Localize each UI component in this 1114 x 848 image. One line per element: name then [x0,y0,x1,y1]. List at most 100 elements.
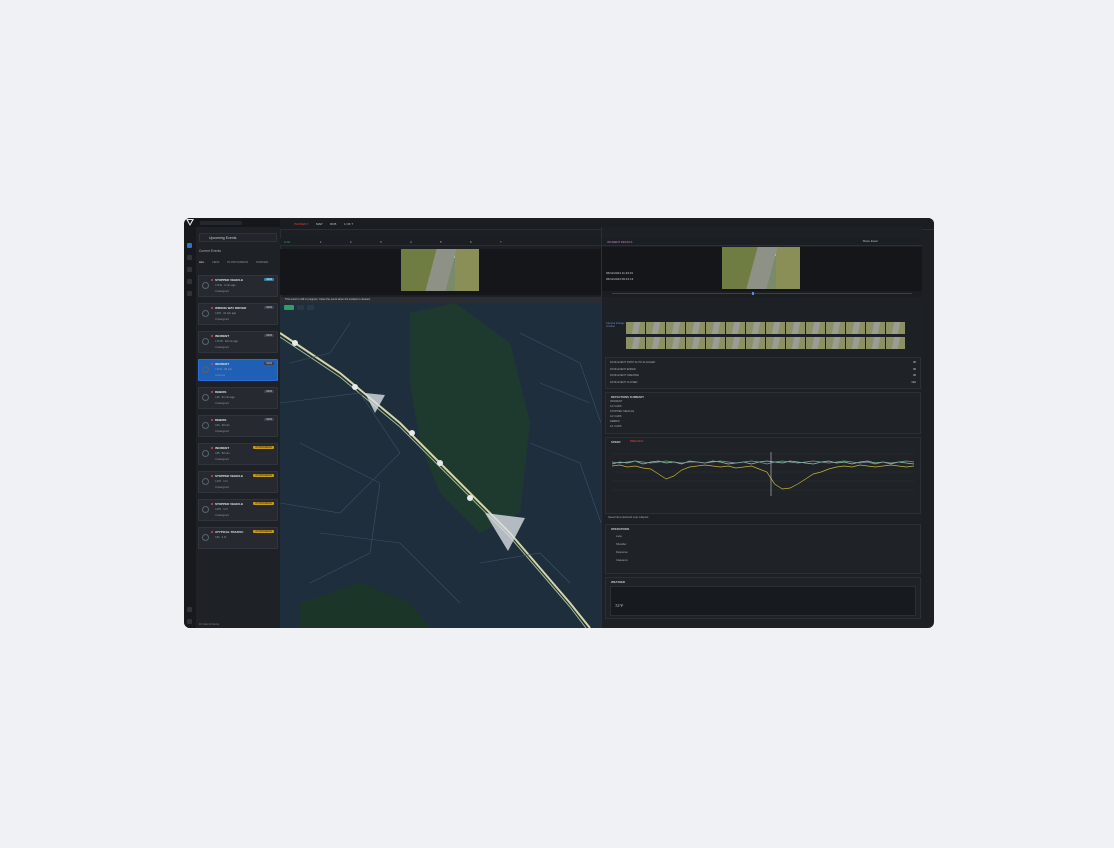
video-thumbnail[interactable] [806,322,825,334]
video-thumbnail[interactable] [786,337,805,349]
event-card[interactable]: WRONG WAY DRIVER I-270 · 12 min ago Unassi… [198,303,278,325]
map-nav-icon[interactable] [187,255,192,260]
video-thumbnail[interactable] [766,322,785,334]
map-view[interactable] [280,303,601,628]
report-nav-icon[interactable] [187,291,192,296]
summary-line: 1/1 CARS [610,425,622,428]
video-thumbnail[interactable] [786,322,805,334]
event-type-icon [202,478,209,485]
video-thumbnail[interactable] [726,322,745,334]
share-event-button[interactable]: Share Event [863,239,878,243]
video-thumbnail[interactable] [666,337,685,349]
sidebar-footer: 1/1 (last 24 hours) [199,623,220,626]
status-dot [211,419,213,421]
camera-tab-4[interactable]: 4 [410,240,412,244]
map-filter-button[interactable] [307,305,314,310]
event-title: INCIDENT [215,362,230,366]
video-thumbnail[interactable] [686,322,705,334]
video-thumbnail[interactable] [626,337,645,349]
playback-timeline[interactable] [602,291,922,297]
help-icon[interactable] [187,607,192,612]
weather-section: WEATHER 72°F [605,577,921,619]
chart-nav-icon[interactable] [187,279,192,284]
video-thumbnail[interactable] [746,322,765,334]
event-meta: I-55 · 52 min [215,452,230,455]
event-card[interactable]: DEBRIS I-44 · 31 min ago Unassigned NEW [198,387,278,409]
event-card[interactable]: STOPPED VEHICLE I-270 · 1 hr Unassigned IN … [198,499,278,521]
operation-row: Response [616,551,628,554]
event-title: STOPPED VEHICLE [215,502,244,506]
event-card[interactable]: STOPPED VEHICLE I-170 · 1 hr Unassigned IN … [198,471,278,493]
video-thumbnail[interactable] [886,322,905,334]
live-button[interactable]: LIVE [284,240,290,244]
camera-tab-1[interactable]: 1 [320,240,322,244]
camera-tab-2[interactable]: 2 [350,240,352,244]
event-assignee: Unassigned [215,318,229,321]
video-thumbnail[interactable] [826,337,845,349]
video-thumbnail[interactable] [666,322,685,334]
camera-nav-icon[interactable] [187,267,192,272]
tab-new[interactable]: NEW [212,260,219,266]
camera-tab-6[interactable]: 6 [470,240,472,244]
video-thumbnail[interactable] [806,337,825,349]
search-input[interactable] [200,221,242,225]
speed-series-line [612,464,914,490]
map-live-toggle[interactable] [284,305,294,310]
camera-tab-5[interactable]: 5 [440,240,442,244]
tab-all[interactable]: ALL [199,260,204,266]
event-card[interactable]: INCIDENT I-70 W · 18 min ago Unassigned NEW [198,331,278,353]
status-dot [211,363,213,365]
video-thumbnail[interactable] [846,322,865,334]
video-thumbnail[interactable] [766,337,785,349]
playback-feed[interactable] [722,247,800,289]
weather-value: 72°F [615,603,624,608]
summary-line: 1/2 CARS [610,405,622,408]
app-window: HELLO PAYNE Upcoming Events Current Even… [184,218,934,628]
profile-icon[interactable] [187,619,192,624]
camera-tab-7[interactable]: 7 [500,240,502,244]
operation-row: Clearance [616,559,628,562]
video-thumbnail[interactable] [626,322,645,334]
events-sidebar: Upcoming Events Current Events ALL NEW I… [196,227,281,628]
event-card[interactable]: DEBRIS I-64 · 40 min Unassigned NEW [198,415,278,437]
events-nav-icon[interactable] [187,243,192,248]
video-thumbnail[interactable] [866,337,885,349]
status-dot [211,531,213,533]
crumb-incident[interactable]: INCIDENT [294,222,308,226]
camera-feed[interactable] [401,249,479,291]
video-thumbnail[interactable] [726,337,745,349]
events-dropdown[interactable]: Upcoming Events [199,233,277,242]
video-thumbnail[interactable] [646,337,665,349]
video-thumbnail[interactable] [706,322,725,334]
operation-row: Shoulder [616,543,627,546]
video-thumbnail[interactable] [846,337,865,349]
video-thumbnail[interactable] [866,322,885,334]
event-card[interactable]: INCIDENT I-55 · 52 min Unassigned IN PROGRE… [198,443,278,465]
map-layer-button[interactable] [297,305,304,310]
speed-note: Speed drop detected near milepost [608,516,649,519]
event-card[interactable]: INCIDENT I-70 E · 25 min Selected NEW [198,359,278,381]
video-thumbnail[interactable] [886,337,905,349]
camera-toolbar: LIVE 1 2 3 4 5 6 7 [280,238,601,246]
video-thumbnail[interactable] [746,337,765,349]
video-thumbnail[interactable] [706,337,725,349]
timeline-knob[interactable] [752,292,754,295]
status-badge: IN PROGRESS [253,446,274,449]
speed-tag: BREAKING [630,439,644,443]
event-card[interactable]: ATYPICAL TRAFFIC I-64 · 2 hr IN PROGRESS [198,527,278,549]
playback-feed-strip: 06/11/2024 11:43:31 06/11/2024 09:31:13 [602,247,922,291]
tab-in-progress[interactable]: IN PROGRESS [227,260,248,266]
tab-parked[interactable]: PARKED [256,260,268,266]
crumb-map[interactable]: MAP [316,222,323,226]
video-thumbnail[interactable] [826,322,845,334]
event-title: INCIDENT [215,446,230,450]
status-badge: NEW [264,362,274,365]
video-thumbnail[interactable] [686,337,705,349]
crumb-rcb[interactable]: RCB [330,222,336,226]
map-canvas [280,303,601,628]
status-dot [211,503,213,505]
video-thumbnail[interactable] [646,322,665,334]
event-card[interactable]: STOPPED VEHICLE I-70 E · 2 min ago Unassig… [198,275,278,297]
event-filter-tabs: ALL NEW IN PROGRESS PARKED [199,260,276,266]
camera-tab-3[interactable]: 3 [380,240,382,244]
